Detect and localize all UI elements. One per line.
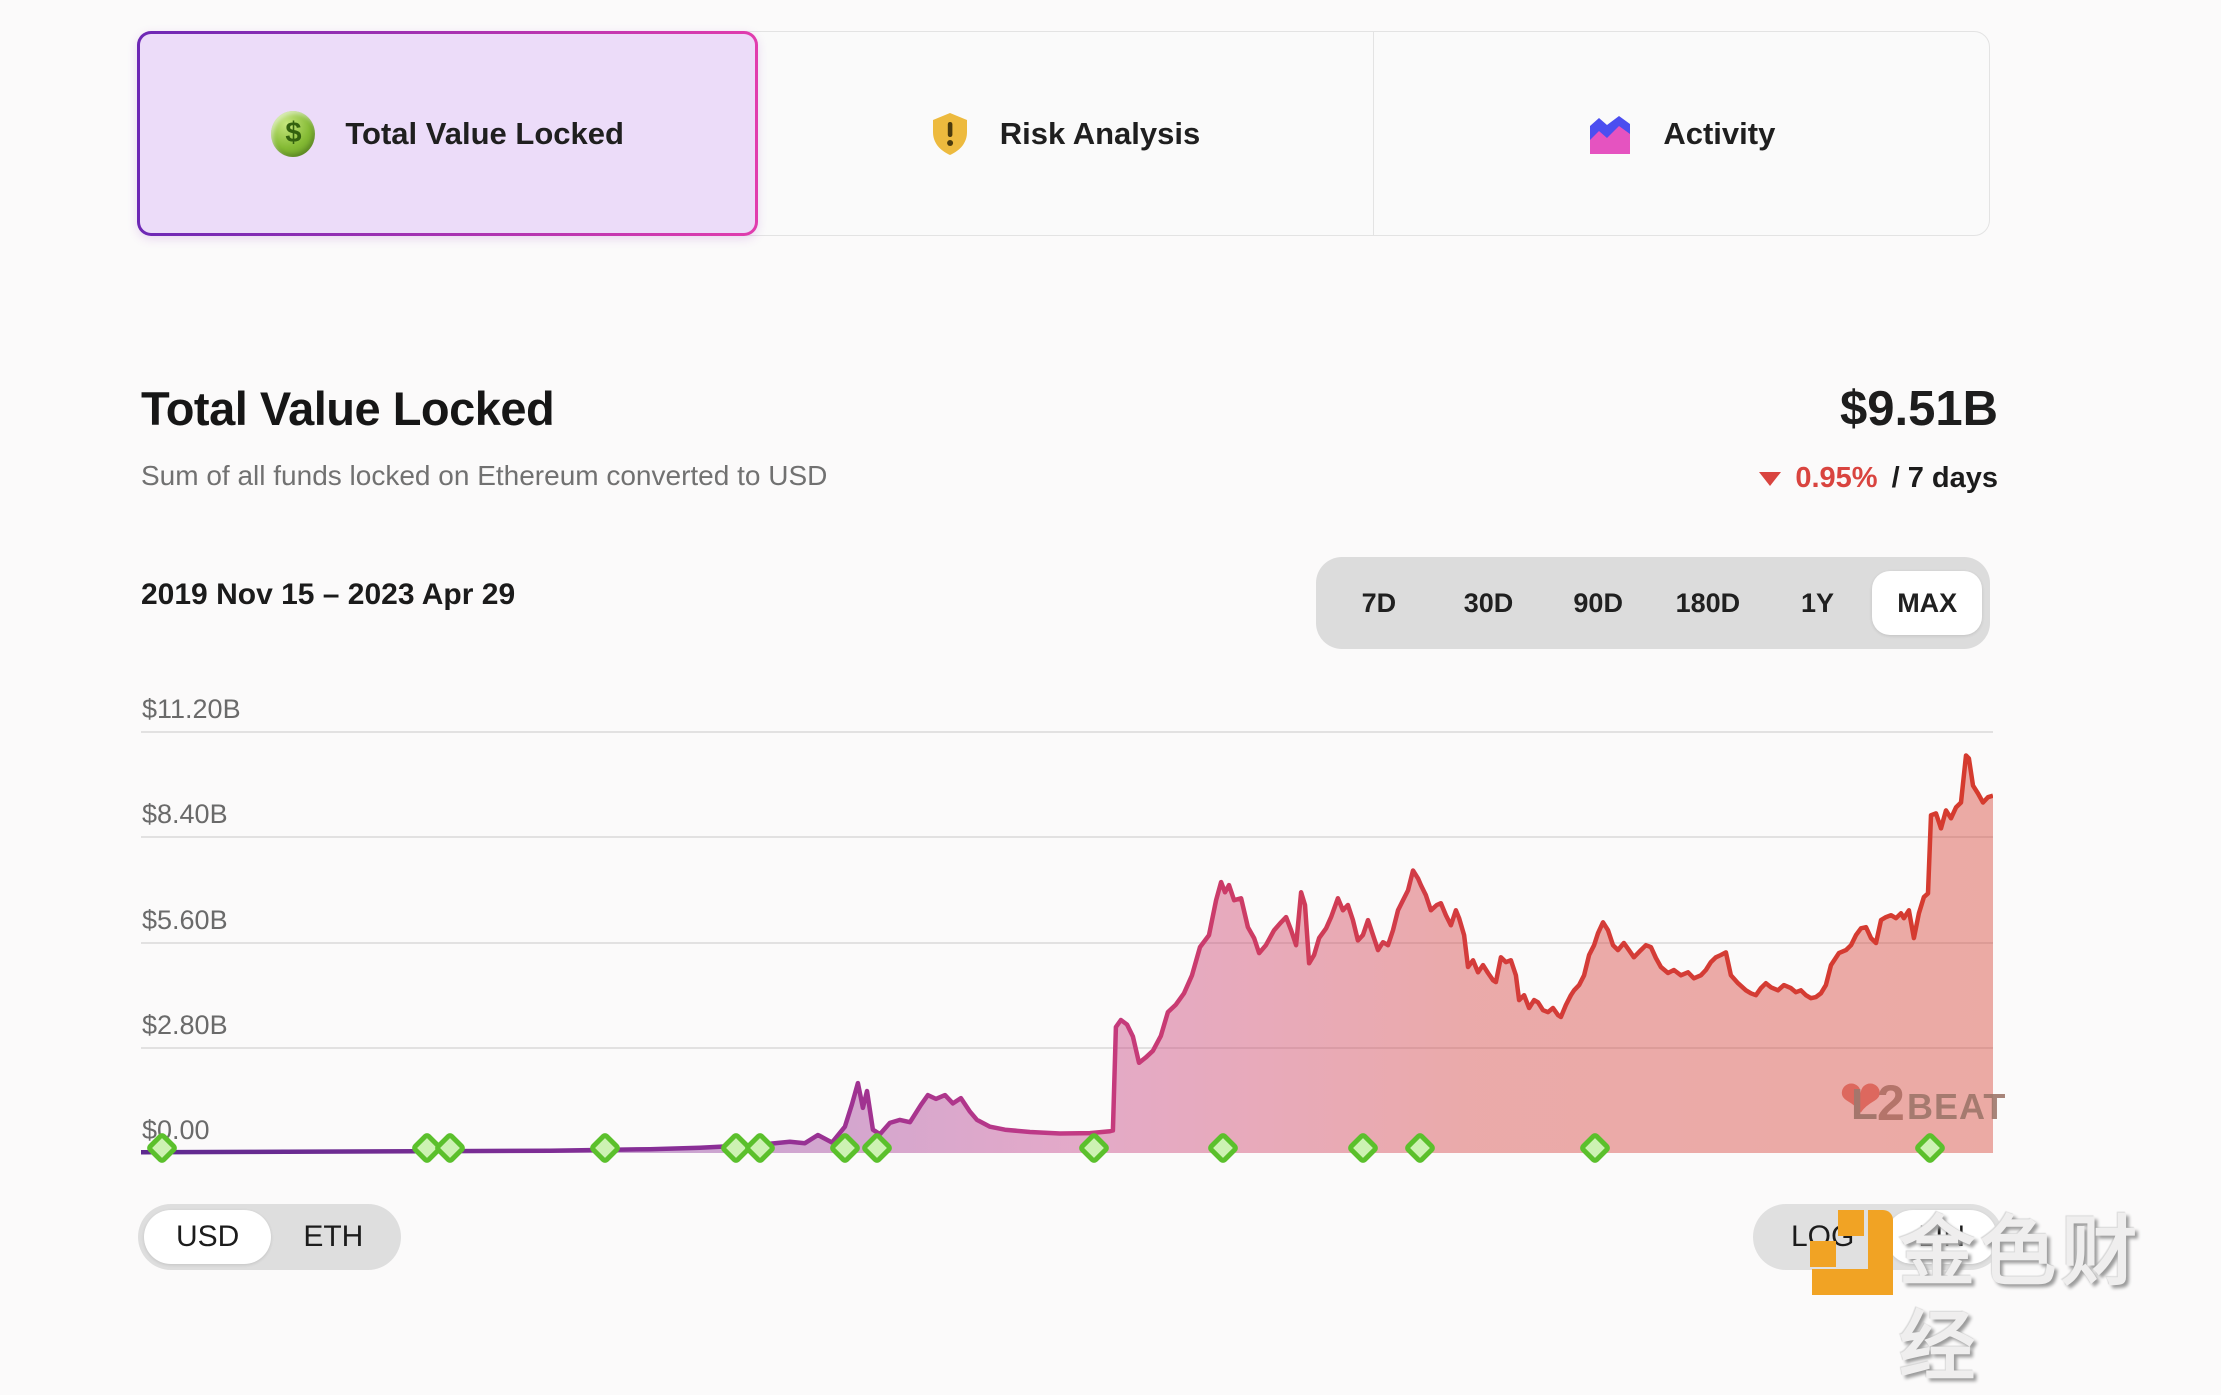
tab-bar: $ Total Value Locked Risk Analysis Activ… <box>137 31 1990 236</box>
change-row: 0.95% / 7 days <box>1759 462 1998 495</box>
range-button-90d[interactable]: 90D <box>1543 571 1653 635</box>
jinse-logo-icon <box>1800 1205 1899 1300</box>
tab-label: Total Value Locked <box>345 116 624 152</box>
range-button-180d[interactable]: 180D <box>1653 571 1763 635</box>
date-range-label: 2019 Nov 15 – 2023 Apr 29 <box>141 578 515 612</box>
l2beat-watermark: ❤ L 2 BEAT <box>1843 1078 2003 1138</box>
range-button-30d[interactable]: 30D <box>1434 571 1544 635</box>
change-percent: 0.95% <box>1795 462 1877 495</box>
area-chart-icon <box>1587 114 1633 154</box>
page-title: Total Value Locked <box>141 381 554 436</box>
range-button-1y[interactable]: 1Y <box>1763 571 1873 635</box>
page-subtitle: Sum of all funds locked on Ethereum conv… <box>141 460 827 492</box>
shield-warning-icon <box>930 112 970 156</box>
dollar-coin-icon: $ <box>271 111 315 157</box>
unit-option-usd[interactable]: USD <box>144 1210 271 1264</box>
l2beat-beat: BEAT <box>1907 1086 2006 1128</box>
time-range-selector: 7D 30D 90D 180D 1Y MAX <box>1316 557 1990 649</box>
tab-total-value-locked[interactable]: $ Total Value Locked <box>137 31 758 236</box>
l2beat-2: 2 <box>1877 1074 1905 1132</box>
jinse-watermark: 金色财经 <box>1800 1205 2221 1395</box>
unit-toggle: USD ETH <box>138 1204 401 1270</box>
range-button-max[interactable]: MAX <box>1872 571 1982 635</box>
triangle-down-icon <box>1759 472 1781 486</box>
jinse-watermark-text: 金色财经 <box>1899 1205 2221 1395</box>
tab-label: Activity <box>1663 116 1775 152</box>
tvl-value: $9.51B <box>1840 381 1998 437</box>
change-period: / 7 days <box>1892 462 1998 495</box>
tvl-page: $ Total Value Locked Risk Analysis Activ… <box>0 0 2221 1310</box>
tvl-area-chart[interactable] <box>141 707 1993 1160</box>
tab-risk-analysis[interactable]: Risk Analysis <box>757 32 1372 235</box>
unit-option-eth[interactable]: ETH <box>271 1210 395 1264</box>
l2beat-l: L <box>1851 1080 1878 1130</box>
tab-label: Risk Analysis <box>1000 116 1200 152</box>
tab-activity[interactable]: Activity <box>1373 32 1989 235</box>
range-button-7d[interactable]: 7D <box>1324 571 1434 635</box>
